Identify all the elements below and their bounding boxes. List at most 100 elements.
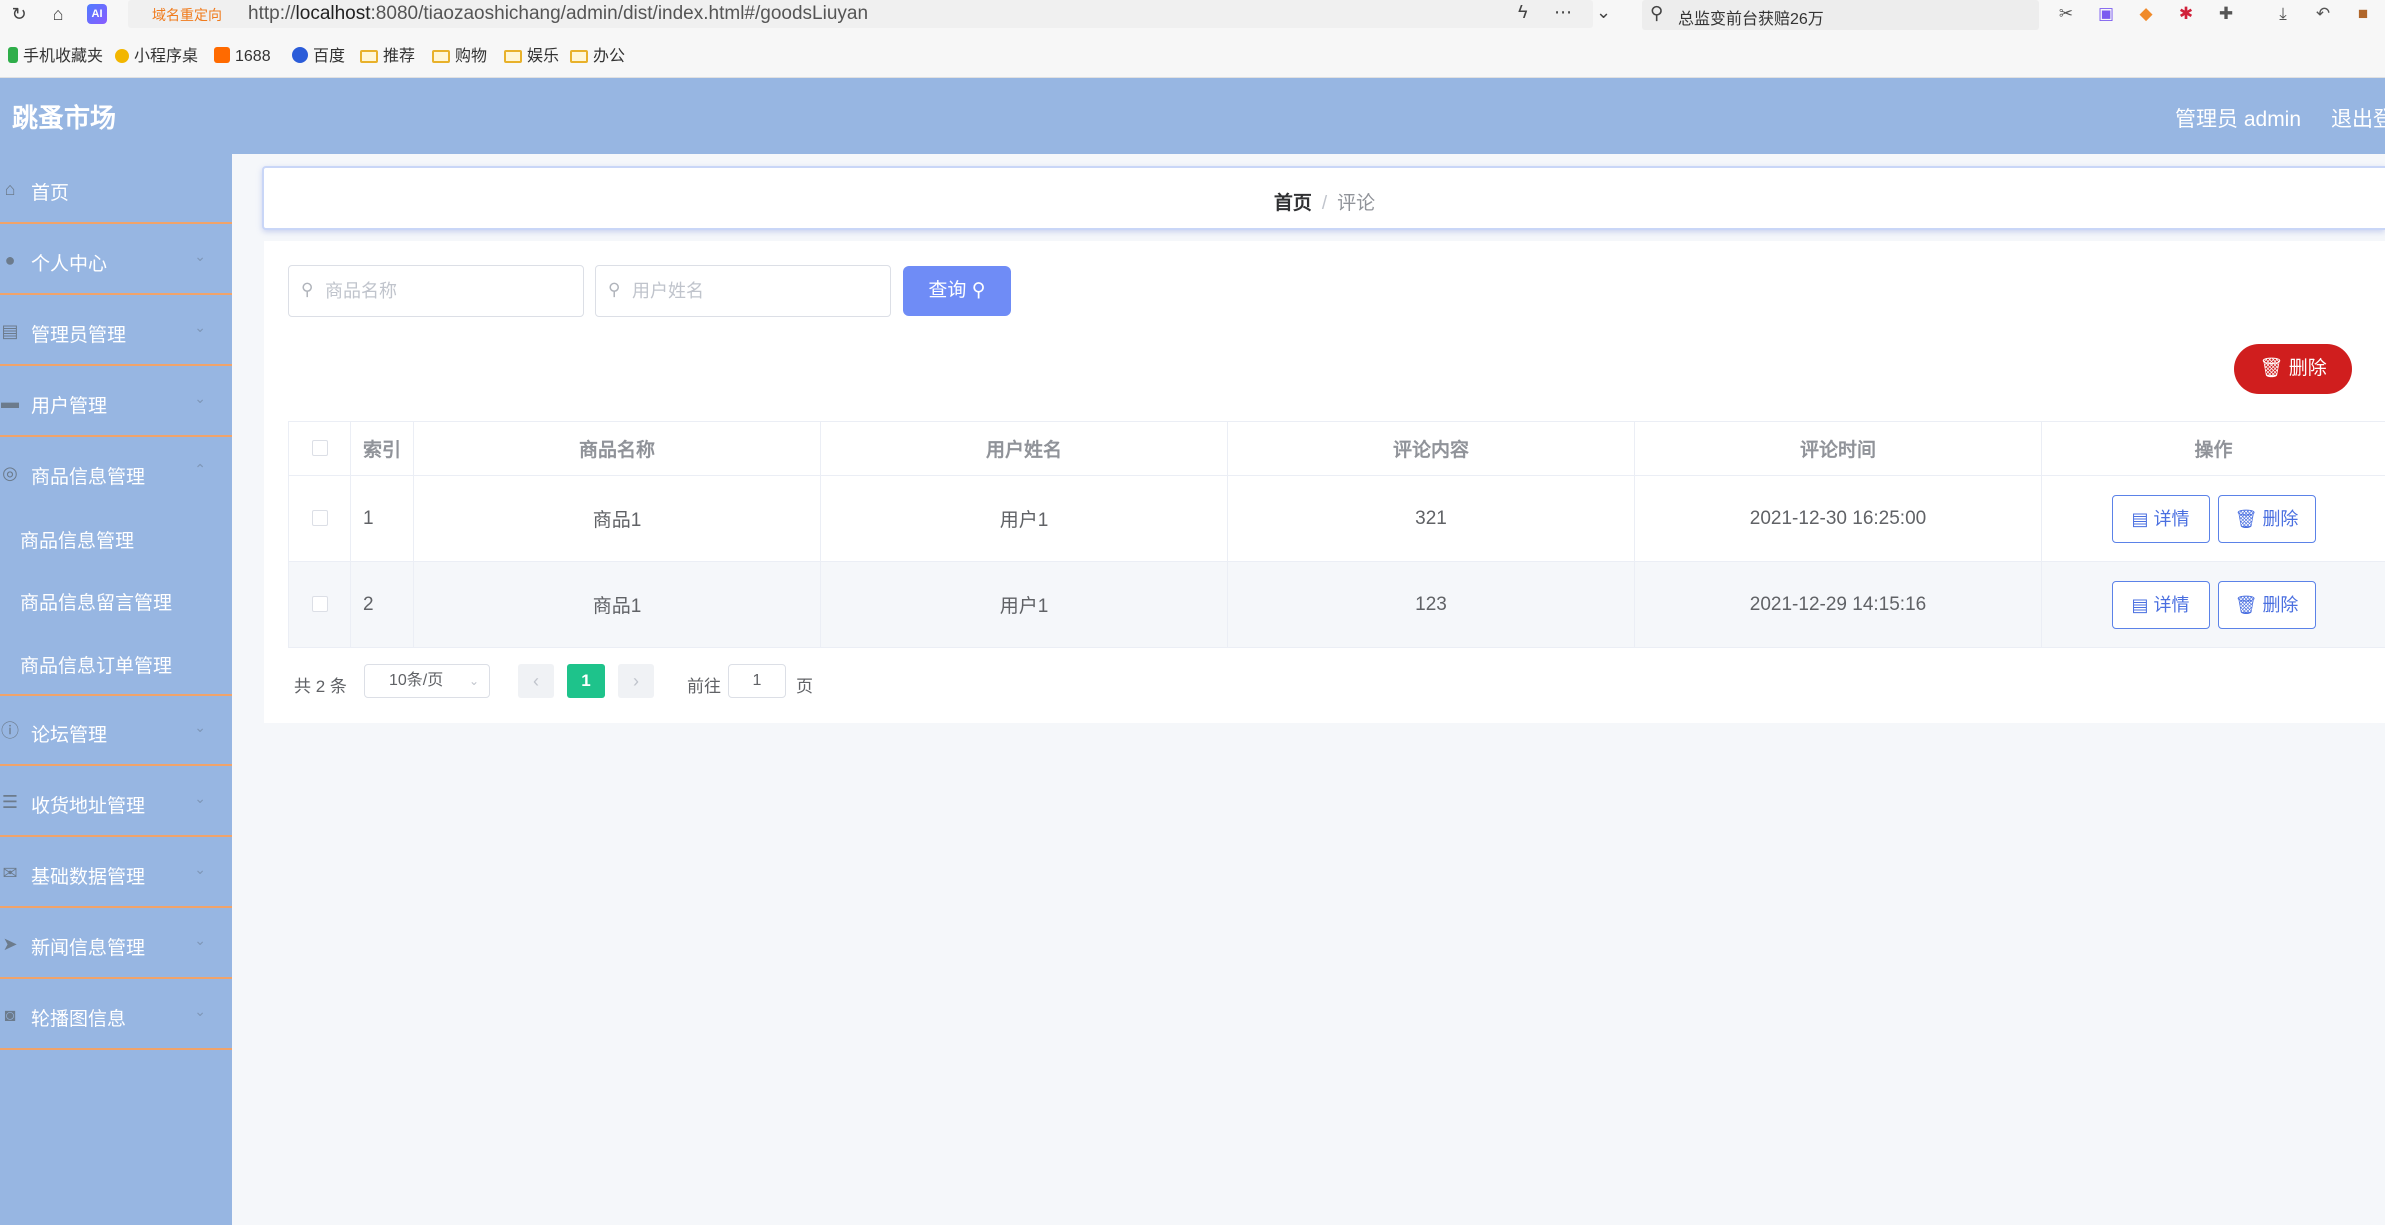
url-bar[interactable]: 域名重定向 http://localhost:8080/tiaozaoshich… (128, 0, 1611, 28)
reload-icon[interactable]: ↻ (8, 3, 30, 25)
redirect-tag: 域名重定向 (152, 7, 222, 23)
delete-label: 删除 (2262, 594, 2299, 615)
logout-button[interactable]: 退出登 (2331, 103, 2385, 133)
page-size-select[interactable]: 10条/页 ⌄ (364, 664, 490, 698)
row-select-cell[interactable] (288, 561, 351, 648)
chevron-down-icon: ⌄ (194, 719, 206, 735)
user-name-input[interactable] (632, 278, 872, 304)
briefcase-icon: ▬ (1, 392, 19, 412)
sidebar-item-news[interactable]: ➤ 新闻信息管理 ⌄ (0, 909, 232, 979)
main-panel: ⚲ ⚲ 查询 ⚲ 🗑 删除 索引 商品名称 用户姓名 评论内容 评论时间 操作 … (264, 241, 2385, 723)
cell-actions: ▤ 详情 🗑 删除 (2041, 561, 2385, 648)
chevron-down-icon: ⌄ (194, 390, 206, 406)
batch-delete-button[interactable]: 🗑 删除 (2234, 344, 2352, 394)
sidebar-item-users[interactable]: ▬ 用户管理 ⌄ (0, 367, 232, 437)
url-text[interactable]: http://localhost:8080/tiaozaoshichang/ad… (248, 3, 868, 25)
detail-button[interactable]: ▤ 详情 (2111, 580, 2210, 629)
cell-goods-name: 商品1 (413, 475, 821, 562)
delete-button[interactable]: 🗑 删除 (2217, 580, 2316, 629)
goods-name-input[interactable] (325, 278, 565, 304)
sidebar-item-label: 轮播图信息 (31, 1009, 127, 1030)
submenu-goods-comments[interactable]: 商品信息留言管理 (20, 588, 172, 615)
more-icon[interactable]: ⋯ (1554, 2, 1572, 23)
sidebar-item-home[interactable]: ⌂ 首页 (0, 154, 232, 224)
browser-search-box[interactable]: ⚲ 总监变前台获赔26万 (1642, 0, 2039, 30)
row-checkbox[interactable] (311, 596, 328, 613)
table-row: 1 商品1 用户1 321 2021-12-30 16:25:00 ▤ 详情 🗑 … (288, 475, 2385, 562)
bookmark-item[interactable]: 1688 (214, 44, 271, 70)
detail-button[interactable]: ▤ 详情 (2111, 494, 2210, 543)
cell-time: 2021-12-30 16:25:00 (1634, 475, 2042, 562)
search-icon: ⚲ (1650, 3, 1664, 23)
page-number-current[interactable]: 1 (567, 664, 605, 698)
submenu-goods-info[interactable]: 商品信息管理 (20, 526, 134, 553)
download-icon[interactable]: ⤓ (2272, 3, 2294, 25)
undo-icon[interactable]: ↶ (2312, 3, 2334, 25)
lightning-icon[interactable]: ϟ (1518, 2, 1528, 23)
pagination-total: 共 2 条 (294, 677, 347, 696)
bookmark-folder[interactable]: 推荐 (360, 44, 415, 70)
header-actions: 操作 (2041, 421, 2385, 476)
extension-red-icon[interactable]: ✱ (2175, 3, 2197, 25)
sidebar-item-basic-data[interactable]: ✉ 基础数据管理 ⌄ (0, 838, 232, 908)
bookmark-item[interactable]: 百度 (292, 44, 345, 70)
breadcrumb-home[interactable]: 首页 (1274, 193, 1312, 214)
header-goods-name: 商品名称 (413, 421, 821, 476)
admin-label: 管理员 admin (2175, 108, 2302, 131)
bookmark-item[interactable]: 手机收藏夹 (8, 44, 103, 70)
search-icon: ⚲ (971, 280, 986, 301)
ai-assistant-icon[interactable]: AI (87, 4, 107, 24)
sidebar-item-profile[interactable]: ● 个人中心 ⌄ (0, 225, 232, 295)
query-button[interactable]: 查询 ⚲ (903, 266, 1011, 316)
header-time: 评论时间 (1634, 421, 2042, 476)
browser-chrome: ↻ ⌂ AI 域名重定向 http://localhost:8080/tiaoz… (0, 0, 2385, 78)
sidebar-item-goods[interactable]: ◎ 商品信息管理 ⌃ (0, 438, 232, 508)
sidebar-item-label: 个人中心 (31, 254, 108, 275)
bookmark-label: 推荐 (383, 48, 416, 65)
sidebar: ⌂ 首页 ● 个人中心 ⌄ ▤ 管理员管理 ⌄ ▬ 用户管理 ⌄ ◎ 商品信息管… (0, 154, 232, 1225)
chevron-down-icon: ⌄ (194, 790, 206, 806)
row-checkbox[interactable] (311, 510, 328, 527)
delete-button[interactable]: 🗑 删除 (2217, 494, 2316, 543)
next-page-button[interactable]: › (618, 664, 654, 698)
bookmark-label: 小程序桌 (134, 48, 199, 65)
translate-icon[interactable]: ▣ (2095, 3, 2117, 25)
bookmark-folder[interactable]: 娱乐 (504, 44, 559, 70)
chevron-down-icon[interactable]: ⌄ (1596, 2, 1611, 23)
sidebar-item-carousel[interactable]: ◙ 轮播图信息 ⌄ (0, 980, 232, 1050)
clipboard-icon: ▤ (1, 321, 19, 341)
bookmark-folder[interactable]: 购物 (432, 44, 487, 70)
select-all-checkbox[interactable] (311, 440, 328, 457)
cell-user-name: 用户1 (820, 475, 1228, 562)
submenu-goods-orders[interactable]: 商品信息订单管理 (20, 651, 172, 678)
list-icon: ☰ (1, 792, 19, 812)
row-select-cell[interactable] (288, 475, 351, 562)
fox-extension-icon[interactable]: ◆ (2135, 3, 2157, 25)
cell-time: 2021-12-29 14:15:16 (1634, 561, 2042, 648)
sidebar-item-label: 商品信息管理 (31, 467, 146, 488)
puzzle-icon[interactable]: ✚ (2215, 3, 2237, 25)
briefcase-icon[interactable]: ■ (2352, 3, 2374, 25)
user-name-search[interactable]: ⚲ (595, 265, 891, 317)
goto-page-input[interactable]: 1 (728, 664, 786, 698)
header-user-name: 用户姓名 (820, 421, 1228, 476)
home-icon[interactable]: ⌂ (47, 3, 69, 25)
bookmark-folder[interactable]: 办公 (570, 44, 625, 70)
select-all-cell[interactable] (288, 421, 351, 476)
prev-page-button[interactable]: ‹ (518, 664, 554, 698)
query-label: 查询 (928, 280, 967, 301)
url-host: localhost (295, 3, 371, 24)
bookmark-item[interactable]: 小程序桌 (115, 44, 198, 70)
sidebar-item-admins[interactable]: ▤ 管理员管理 ⌄ (0, 296, 232, 366)
bookmark-label: 百度 (313, 48, 346, 65)
sidebar-item-label: 新闻信息管理 (31, 938, 146, 959)
sidebar-item-address[interactable]: ☰ 收货地址管理 ⌄ (0, 767, 232, 837)
breadcrumb-separator: / (1321, 193, 1328, 214)
comments-table: 索引 商品名称 用户姓名 评论内容 评论时间 操作 1 商品1 用户1 321 … (288, 421, 2385, 648)
folder-icon (360, 50, 378, 63)
delete-label: 删除 (2262, 508, 2299, 529)
sidebar-item-forum[interactable]: ⓘ 论坛管理 ⌄ (0, 696, 232, 766)
scissors-icon[interactable]: ✂ (2055, 3, 2077, 25)
trash-icon: 🗑 (2234, 508, 2258, 529)
goods-name-search[interactable]: ⚲ (288, 265, 584, 317)
